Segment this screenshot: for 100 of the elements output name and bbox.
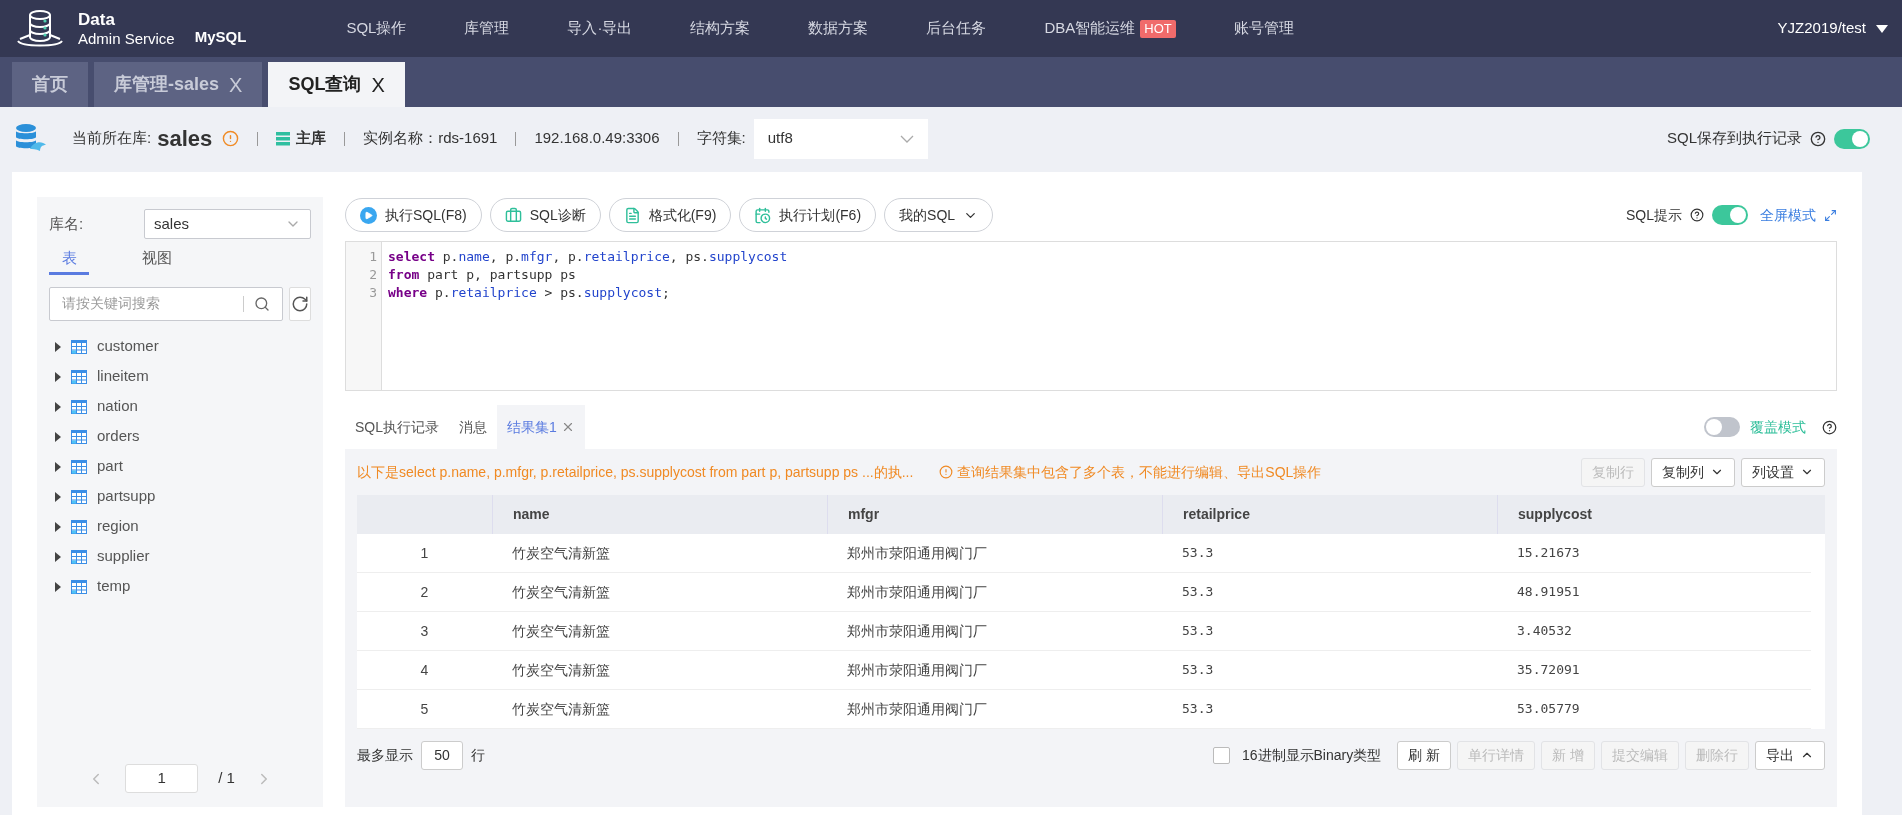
max-rows-label: 最多显示 bbox=[357, 745, 413, 765]
expand-caret-icon[interactable] bbox=[55, 431, 61, 442]
toolbar-button[interactable]: SQL诊断 bbox=[489, 198, 601, 232]
table-icon bbox=[71, 339, 87, 354]
hex-label: 16进制显示Binary类型 bbox=[1241, 745, 1382, 765]
column-header: retailprice bbox=[1162, 495, 1497, 534]
table-tree-item[interactable]: supplier bbox=[97, 545, 150, 568]
nav-menu-item[interactable]: 数据方案 bbox=[808, 17, 869, 40]
table-tree-item[interactable]: lineitem bbox=[97, 365, 149, 388]
expand-caret-icon[interactable] bbox=[55, 371, 61, 382]
instance-address: 192.168.0.49:3306 bbox=[534, 128, 660, 149]
sidebar-tab[interactable]: 表 bbox=[49, 247, 89, 275]
expand-icon[interactable] bbox=[1824, 208, 1837, 222]
max-rows-unit: 行 bbox=[471, 745, 485, 765]
code-line: from part p, partsupp ps bbox=[388, 266, 577, 284]
brand-subtitle: Admin Service bbox=[78, 28, 175, 48]
search-icon bbox=[254, 295, 270, 312]
search-input[interactable]: 请按关键词搜索 bbox=[62, 293, 243, 314]
table-icon bbox=[71, 399, 87, 414]
result-tab[interactable]: 消息 bbox=[449, 405, 497, 449]
brand-database: MySQL bbox=[194, 27, 247, 48]
server-icon bbox=[276, 131, 291, 146]
table-cell-text: 竹炭空气清新篮 bbox=[511, 699, 611, 719]
warning-icon bbox=[939, 465, 954, 479]
toolbar-button[interactable]: 执行计划(F6) bbox=[739, 198, 877, 232]
nav-menu-item[interactable]: DBA智能运维 bbox=[1044, 17, 1136, 40]
help-icon bbox=[1822, 419, 1837, 435]
sidebar-tab[interactable]: 视图 bbox=[137, 247, 177, 275]
expand-caret-icon[interactable] bbox=[55, 521, 61, 532]
refresh-icon bbox=[291, 294, 309, 313]
charset-label: 字符集: bbox=[696, 128, 746, 149]
page-tab[interactable]: 首页 bbox=[12, 62, 88, 107]
search-field[interactable]: 请按关键词搜索 bbox=[49, 286, 283, 321]
result-tab[interactable]: SQL执行记录 bbox=[345, 405, 449, 449]
page-tab[interactable]: SQL查询 X bbox=[268, 62, 405, 107]
page-tab[interactable]: 库管理-sales X bbox=[94, 62, 263, 107]
hex-checkbox[interactable] bbox=[1212, 746, 1230, 764]
max-rows-input[interactable]: 50 bbox=[421, 740, 463, 770]
nav-menu-item[interactable]: 账号管理 bbox=[1233, 17, 1294, 40]
toggle-switch[interactable] bbox=[1712, 205, 1748, 225]
user-account[interactable]: YJZ2019/test bbox=[1777, 17, 1866, 40]
instance-name: 实例名称：rds-1691 bbox=[363, 128, 498, 149]
table-cell-text: 郑州市荥阳通用阀门厂 bbox=[846, 699, 988, 719]
table-cell-text: 53.3 bbox=[1181, 583, 1215, 602]
toolbar-button[interactable]: 我的SQL bbox=[884, 198, 994, 232]
nav-menu-item[interactable]: 库管理 bbox=[464, 17, 510, 40]
nav-menu-item[interactable]: 后台任务 bbox=[926, 17, 987, 40]
refresh-button[interactable] bbox=[289, 286, 311, 321]
code-line: select p.name, p.mfgr, p.retailprice, ps.supplycost bbox=[388, 248, 788, 266]
db-select[interactable]: sales bbox=[144, 209, 311, 239]
table-tree-item[interactable]: temp bbox=[97, 575, 131, 598]
current-db-label: 当前所在库: bbox=[72, 128, 152, 149]
role-label: 主库 bbox=[296, 128, 327, 149]
expand-caret-icon[interactable] bbox=[55, 461, 61, 472]
briefcase-icon bbox=[504, 206, 522, 224]
table-cell-text: 竹炭空气清新篮 bbox=[511, 660, 611, 680]
expand-caret-icon[interactable] bbox=[55, 341, 61, 352]
expand-caret-icon[interactable] bbox=[55, 581, 61, 592]
close-tab-button[interactable]: X bbox=[371, 69, 385, 100]
result-warning: 查询结果集中包含了多个表，不能进行编辑、导出SQL操作 bbox=[957, 462, 1322, 482]
toggle-switch[interactable] bbox=[1704, 417, 1740, 437]
page-total: / 1 bbox=[218, 768, 235, 789]
sql-editor[interactable]: 1 2 3 select p.name, p.mfgr, p.retailprice, ps.supplycost from part p, partsupp ps where p.retailprice > ps.supplycost; bbox=[345, 241, 1837, 391]
overwrite-mode-label: 覆盖模式 bbox=[1750, 417, 1806, 437]
nav-menu-item[interactable]: SQL操作 bbox=[346, 17, 407, 40]
table-tree-item[interactable]: customer bbox=[97, 335, 159, 358]
help-icon bbox=[1690, 208, 1704, 222]
column-header: name bbox=[492, 495, 827, 534]
table-cell-text: 53.05779 bbox=[1516, 700, 1581, 719]
brand-name: Data bbox=[78, 9, 116, 29]
table-cell-text: 5 bbox=[419, 699, 430, 719]
nav-menu-item[interactable]: 导入·导出 bbox=[567, 17, 633, 40]
table-cell-text: 35.72091 bbox=[1516, 661, 1581, 680]
result-tab[interactable]: 结果集1 bbox=[497, 405, 585, 449]
sql-hint-label: SQL提示 bbox=[1626, 205, 1682, 225]
result-action-button[interactable]: 列设置 bbox=[1741, 457, 1825, 487]
table-tree-item[interactable]: region bbox=[97, 515, 139, 538]
table-tree-item[interactable]: partsupp bbox=[97, 485, 156, 508]
table-cell-text: 53.3 bbox=[1181, 661, 1215, 680]
close-tab-button[interactable]: X bbox=[229, 69, 243, 100]
line-number: 3 bbox=[369, 284, 377, 302]
toggle-switch[interactable] bbox=[1834, 128, 1870, 149]
fullscreen-link[interactable]: 全屏模式 bbox=[1760, 204, 1816, 226]
result-action-button[interactable]: 复制列 bbox=[1651, 457, 1735, 487]
table-cell-text: 4 bbox=[419, 660, 430, 680]
page-input[interactable]: 1 bbox=[125, 764, 199, 793]
expand-caret-icon[interactable] bbox=[55, 401, 61, 412]
toolbar-button[interactable]: 格式化(F9) bbox=[608, 198, 732, 232]
table-tree-item[interactable]: orders bbox=[97, 425, 140, 448]
table-tree-item[interactable]: part bbox=[97, 455, 123, 478]
table-cell-text: 48.91951 bbox=[1516, 583, 1581, 602]
nav-menu-item[interactable]: 结构方案 bbox=[690, 17, 751, 40]
table-tree-item[interactable]: nation bbox=[97, 395, 138, 418]
footer-button[interactable]: 导出 bbox=[1755, 740, 1825, 770]
toolbar-button[interactable]: 执行SQL(F8) bbox=[345, 198, 482, 232]
charset-select[interactable]: utf8 bbox=[753, 118, 928, 159]
expand-caret-icon[interactable] bbox=[55, 551, 61, 562]
line-number: 2 bbox=[369, 266, 377, 284]
expand-caret-icon[interactable] bbox=[55, 491, 61, 502]
footer-button[interactable]: 刷 新 bbox=[1397, 740, 1452, 770]
